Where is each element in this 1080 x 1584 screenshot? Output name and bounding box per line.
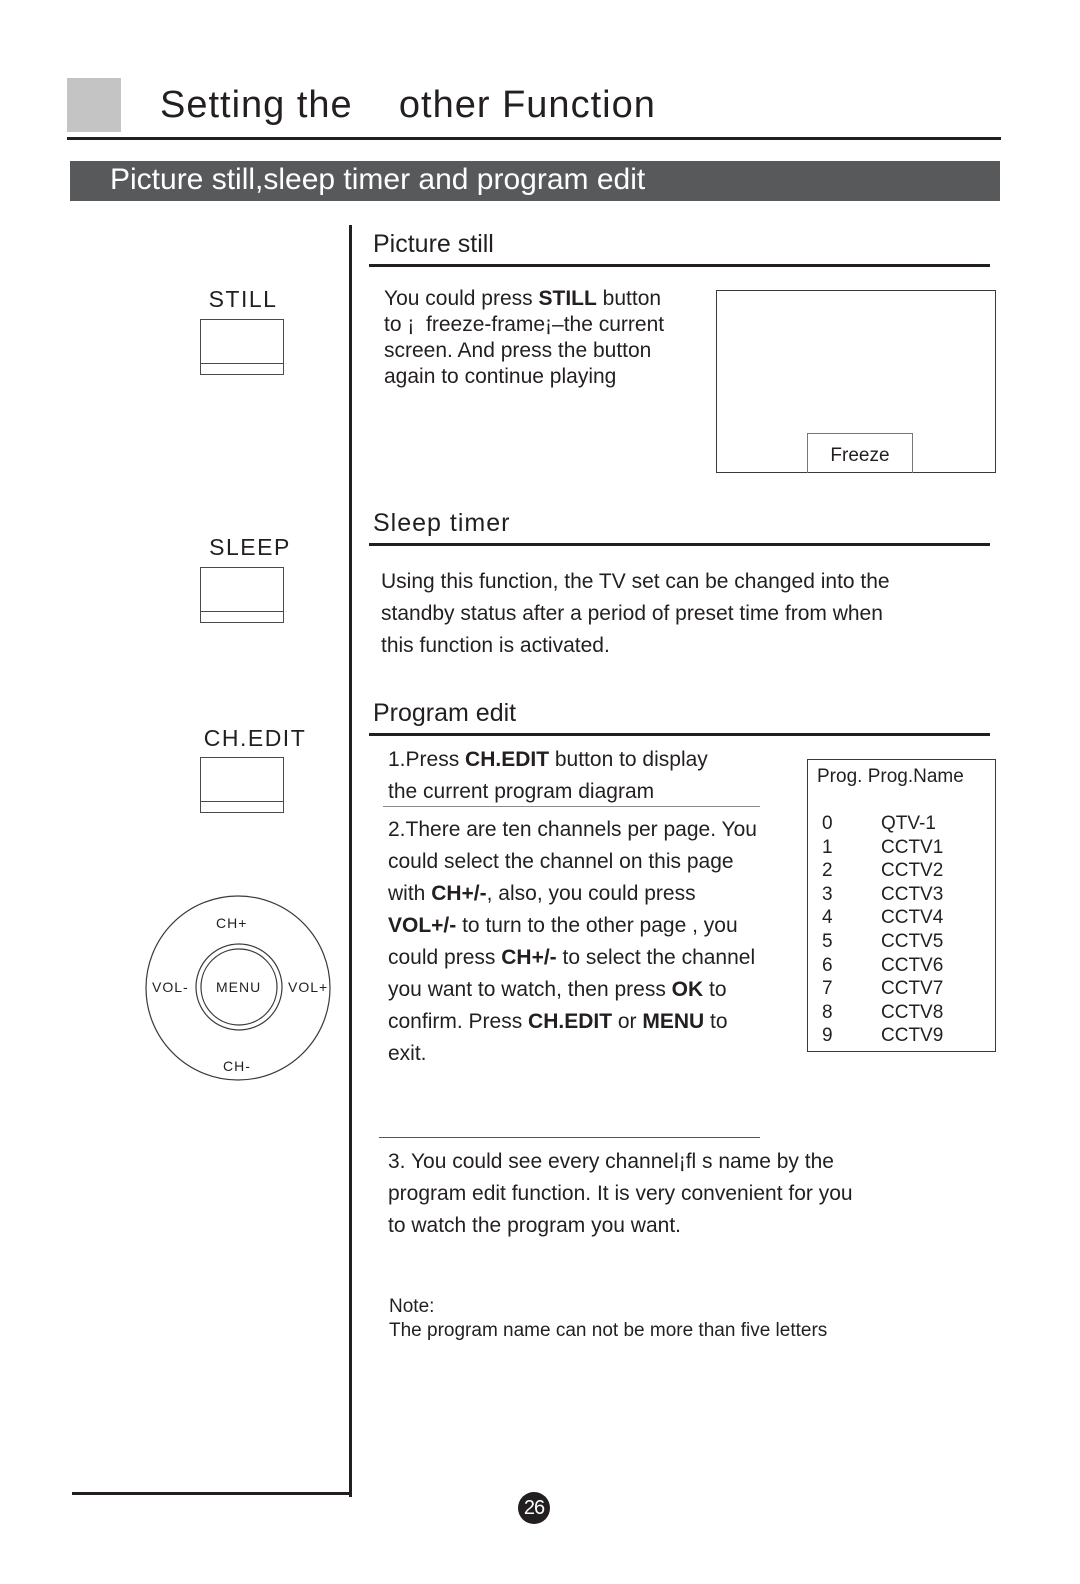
nav-pad-ch-down-label: CH-: [223, 1058, 251, 1074]
step-2-line-6: you want to watch, then press OK to: [388, 978, 727, 1001]
step-2-line-4: VOL+/- to turn to the other page , you: [388, 914, 738, 937]
program-table-row: 9 CCTV9: [822, 1024, 943, 1048]
program-list-table: Prog. Prog.Name 0 QTV-1 1 CCTV1 2 CCTV2 3 CCTV3…: [807, 759, 996, 1052]
sleep-timer-line-1: Using this function, the TV set can be c…: [381, 570, 890, 593]
program-name: CCTV7: [881, 978, 944, 1000]
program-table-header: Prog. Prog.Name: [817, 766, 964, 787]
picture-still-rule: [369, 264, 990, 267]
program-name: CCTV4: [881, 907, 944, 929]
program-number: 1: [822, 836, 833, 858]
program-edit-rule: [369, 733, 990, 736]
program-number: 8: [822, 1001, 833, 1023]
program-number: 9: [822, 1025, 833, 1047]
picture-still-line-4: again to continue playing: [384, 365, 617, 388]
program-number: 3: [822, 883, 833, 905]
program-name: CCTV8: [881, 1001, 944, 1023]
program-name: CCTV5: [881, 930, 944, 952]
freeze-osd-label: Freeze: [807, 433, 913, 473]
step-3-line-2: program edit function. It is very conven…: [388, 1182, 853, 1205]
step-2-line-7: confirm. Press CH.EDIT or MENU to: [388, 1010, 728, 1033]
program-number: 5: [822, 930, 833, 952]
program-name: QTV-1: [881, 813, 936, 834]
nav-pad-vol-down-label: VOL-: [152, 979, 189, 995]
nav-pad-menu-label: MENU: [216, 979, 262, 995]
program-number: 6: [822, 954, 833, 976]
program-table-row: 2 CCTV2: [822, 859, 943, 883]
step-2-line-2: could select the channel on this page: [388, 850, 734, 873]
program-table-row: 5 CCTV5: [822, 930, 943, 954]
sleep-timer-description: Using this function, the TV set can be c…: [381, 566, 890, 662]
bottom-divider: [72, 1492, 352, 1495]
program-name: CCTV3: [881, 883, 944, 905]
program-table-row: 4 CCTV4: [822, 906, 943, 930]
program-number: 7: [822, 978, 833, 1000]
title-marker-block: [67, 78, 121, 132]
step-3-line-3: to watch the program you want.: [388, 1214, 681, 1237]
title-divider: [67, 137, 1001, 140]
program-number: 4: [822, 907, 833, 929]
picture-still-line-1: You could press STILL button: [384, 287, 662, 310]
program-table-row: 3 CCTV3: [822, 883, 943, 907]
program-edit-heading: Program edit: [373, 699, 517, 727]
note-label: Note:: [389, 1296, 435, 1317]
step-2-line-1: 2.There are ten channels per page. You: [388, 818, 757, 841]
program-table-row: 1 CCTV1: [822, 836, 943, 860]
program-table-row: 8 CCTV8: [822, 1001, 943, 1025]
program-number: 0: [822, 813, 833, 834]
picture-still-description: You could press STILL button to ¡ freeze…: [384, 286, 664, 390]
picture-still-line-2: to ¡ freeze-frame¡–the current: [384, 313, 665, 336]
step-2-line-3: with CH+/-, also, you could press: [388, 882, 696, 905]
program-name: CCTV2: [881, 860, 944, 882]
program-table-rows: 0 QTV-1 1 CCTV1 2 CCTV2 3 CCTV3 4 CCTV4 5 CCTV5 6 CCT…: [822, 812, 943, 1048]
ch-edit-button-label: CH.EDIT: [203, 725, 307, 751]
section-title: Picture still,sleep timer and program ed…: [110, 163, 646, 196]
sleep-timer-line-2: standby status after a period of preset …: [381, 602, 883, 625]
step-3-line-1: 3. You could see every channel¡fl s name…: [388, 1150, 834, 1173]
program-edit-step-2: 2.There are ten channels per page. You c…: [388, 814, 757, 1070]
step-3-separator: [379, 1137, 760, 1138]
still-button-icon: [200, 319, 284, 375]
step-1-line-1: 1.Press CH.EDIT button to display: [388, 748, 708, 771]
page-title: Setting the other Function: [160, 84, 656, 126]
step-2-line-8: exit.: [388, 1042, 427, 1065]
sleep-button-icon: [200, 567, 284, 623]
program-number: 2: [822, 860, 833, 882]
step-2-line-5: could press CH+/- to select the channel: [388, 946, 756, 969]
note-text: The program name can not be more than fi…: [389, 1320, 828, 1341]
page-number-badge: 26: [518, 1492, 550, 1524]
picture-still-heading: Picture still: [373, 230, 494, 258]
program-table-row: 6 CCTV6: [822, 954, 943, 978]
program-name: CCTV1: [881, 836, 944, 858]
program-table-row: 0 QTV-1: [822, 812, 943, 836]
nav-pad-vol-up-label: VOL+: [288, 979, 329, 995]
program-edit-step-1: 1.Press CH.EDIT button to display the cu…: [388, 744, 708, 808]
picture-still-line-3: screen. And press the button: [384, 339, 652, 362]
program-edit-step-3: 3. You could see every channel¡fl s name…: [388, 1146, 853, 1242]
sleep-button-label: SLEEP: [209, 534, 291, 560]
sleep-timer-rule: [369, 543, 990, 546]
step-1-line-2: the current program diagram: [388, 780, 655, 803]
nav-pad-ch-up-label: CH+: [216, 915, 248, 931]
program-table-row: 7 CCTV7: [822, 977, 943, 1001]
ch-edit-button-icon: [200, 757, 284, 813]
sleep-timer-heading: Sleep timer: [373, 509, 511, 537]
column-divider: [349, 225, 352, 1497]
program-name: CCTV6: [881, 954, 944, 976]
still-button-label: STILL: [208, 286, 278, 312]
program-name: CCTV9: [881, 1025, 944, 1047]
sleep-timer-line-3: this function is activated.: [381, 634, 610, 657]
step-1-separator: [383, 806, 760, 807]
